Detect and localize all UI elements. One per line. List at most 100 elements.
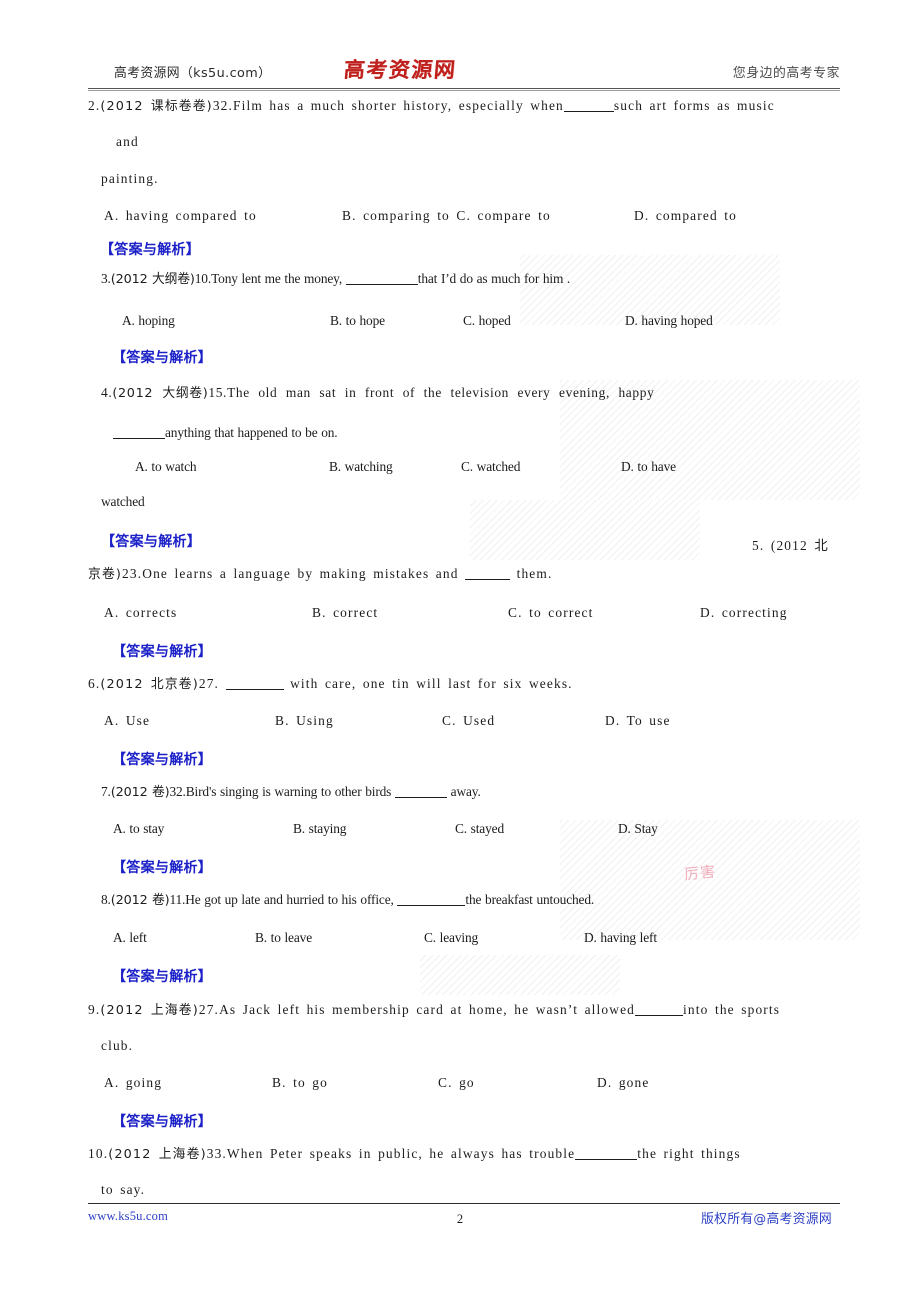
question-3-option-c[interactable]: C. hoped [463, 313, 511, 329]
question-5-option-d[interactable]: D. correcting [700, 605, 788, 621]
question-7-option-a[interactable]: A. to stay [113, 821, 164, 837]
question-2-stem-line-1: 2.(2012 课标卷卷)32.Film has a much shorter … [88, 98, 775, 114]
question-2-blank [563, 111, 614, 112]
watermark-hatch [420, 955, 620, 995]
question-4-number: 4. [101, 385, 113, 400]
question-7-stem-text: Bird's singing is warning to other birds [185, 784, 392, 799]
question-7-number: 7. [101, 784, 111, 799]
question-4-option-d[interactable]: D. to have [621, 459, 676, 475]
answer-label-q8[interactable]: 【答案与解析】 [112, 966, 212, 986]
question-10-item: 33. [206, 1146, 227, 1161]
question-10-stem-line-2: to say. [101, 1182, 146, 1197]
question-6-option-a[interactable]: A. Use [104, 713, 150, 729]
question-3-option-a[interactable]: A. hoping [122, 313, 175, 329]
question-4-option-c[interactable]: C. watched [461, 459, 520, 475]
question-8-source: (2012 卷) [110, 893, 170, 908]
question-4-stem-tail: anything that happened to be on. [165, 425, 338, 440]
question-6-number: 6. [88, 676, 101, 691]
question-8-item: 11. [169, 892, 186, 907]
question-3-stem-tail: that I’d do as much for him . [417, 271, 571, 286]
question-9-option-d[interactable]: D. gone [597, 1075, 649, 1091]
question-8-stem-line-1: 8.(2012 卷)11.He got up late and hurried … [101, 892, 594, 908]
question-4-stem-text: The old man sat in front of the televisi… [227, 385, 655, 400]
question-7-item: 32. [169, 784, 186, 799]
header-site-name: 高考资源网（ks5u.com） [114, 66, 272, 81]
question-5-option-b[interactable]: B. correct [312, 605, 378, 621]
question-2-item: 32. [212, 98, 234, 113]
red-stamp-mark: 厉害 [683, 862, 717, 884]
question-4-stem-line-2: anything that happened to be on. [113, 425, 338, 441]
question-6-stem-tail: with care, one tin will last for six wee… [290, 676, 573, 691]
answer-label-q5[interactable]: 【答案与解析】 [112, 641, 212, 661]
question-7-option-d[interactable]: D. Stay [618, 821, 658, 837]
question-10-blank [575, 1159, 638, 1160]
question-3-option-d[interactable]: D. having hoped [625, 313, 713, 329]
question-5-blank [465, 579, 511, 580]
question-3-source: (2012 大纲卷) [110, 272, 195, 287]
question-9-item: 27. [198, 1002, 220, 1017]
question-8-option-b[interactable]: B. to leave [255, 930, 312, 946]
question-10-number: 10. [88, 1146, 109, 1161]
question-7-blank [394, 797, 447, 798]
question-9-stem-line-1: 9.(2012 上海卷)27.As Jack left his membersh… [88, 1002, 781, 1018]
question-7-stem-line-1: 7.(2012 卷)32.Bird's singing is warning t… [101, 784, 481, 800]
answer-label-q9[interactable]: 【答案与解析】 [112, 1111, 212, 1131]
question-7-option-c[interactable]: C. stayed [455, 821, 504, 837]
question-7-stem-tail: away. [450, 784, 481, 799]
question-4-source: (2012 大纲卷) [112, 386, 209, 401]
question-8-option-d[interactable]: D. having left [584, 930, 657, 946]
header-divider [88, 88, 840, 91]
answer-label-q6[interactable]: 【答案与解析】 [112, 749, 212, 769]
question-2-option-d[interactable]: D. compared to [634, 208, 737, 224]
question-3-blank [345, 284, 418, 285]
question-6-item: 27. [198, 676, 220, 691]
page-header: 高考资源网（ks5u.com） 高考资源网 您身边的高考专家 [88, 54, 840, 90]
question-9-option-b[interactable]: B. to go [272, 1075, 328, 1091]
question-10-stem-tail: the right things [637, 1146, 741, 1161]
question-10-stem-line-1: 10.(2012 上海卷)33.When Peter speaks in pub… [88, 1146, 741, 1162]
question-6-stem-line-1: 6.(2012 北京卷)27. with care, one tin will … [88, 676, 573, 692]
question-5-stem-tail: them. [516, 566, 553, 581]
question-2-number: 2. [88, 98, 101, 113]
question-5-stem-line-1: 京卷)23.One learns a language by making mi… [88, 566, 553, 582]
question-2-option-bc[interactable]: B. comparing to C. compare to [342, 208, 551, 224]
question-2-stem-text: Film has a much shorter history, especia… [233, 98, 564, 113]
header-tagline: 您身边的高考专家 [732, 66, 840, 81]
answer-label-q3[interactable]: 【答案与解析】 [112, 347, 212, 367]
question-8-blank [397, 905, 466, 906]
question-8-stem-text: He got up late and hurried to his office… [185, 892, 394, 907]
question-6-option-d[interactable]: D. To use [605, 713, 671, 729]
question-4-option-b[interactable]: B. watching [329, 459, 393, 475]
question-3-option-b[interactable]: B. to hope [330, 313, 385, 329]
question-7-option-b[interactable]: B. staying [293, 821, 346, 837]
question-5-option-c[interactable]: C. to correct [508, 605, 594, 621]
watermark-hatch [560, 820, 860, 940]
question-9-stem-line-2: club. [101, 1038, 134, 1053]
question-2-option-a[interactable]: A. having compared to [104, 208, 257, 224]
question-9-source: (2012 上海卷) [100, 1003, 199, 1018]
question-9-blank [635, 1015, 684, 1016]
question-4-option-a[interactable]: A. to watch [135, 459, 197, 475]
question-8-number: 8. [101, 892, 111, 907]
question-8-option-a[interactable]: A. left [113, 930, 147, 946]
question-9-option-a[interactable]: A. going [104, 1075, 162, 1091]
answer-label-q4[interactable]: 【答案与解析】 [101, 531, 201, 551]
question-6-option-c[interactable]: C. Used [442, 713, 495, 729]
question-3-stem-line-1: 3.(2012 大纲卷)10.Tony lent me the money, t… [101, 271, 571, 287]
question-5-item: 23. [122, 566, 143, 581]
footer-divider [88, 1203, 840, 1204]
question-2-stem-tail: such art forms as music [613, 98, 775, 113]
question-5-source-tail: 京卷) [88, 567, 123, 582]
question-10-source: (2012 上海卷) [108, 1147, 207, 1162]
question-8-option-c[interactable]: C. leaving [424, 930, 478, 946]
question-5-source-head: 5. (2012 北 [752, 538, 829, 553]
question-5-option-a[interactable]: A. corrects [104, 605, 177, 621]
question-9-option-c[interactable]: C. go [438, 1075, 475, 1091]
question-10-stem-text: When Peter speaks in public, he always h… [226, 1146, 576, 1161]
answer-label-q2[interactable]: 【答案与解析】 [100, 239, 200, 259]
question-9-stem-tail: into the sports [683, 1002, 781, 1017]
question-4-stem-line-1: 4.(2012 大纲卷)15.The old man sat in front … [101, 385, 655, 401]
answer-label-q7[interactable]: 【答案与解析】 [112, 857, 212, 877]
watermark-hatch [470, 500, 700, 560]
question-6-option-b[interactable]: B. Using [275, 713, 334, 729]
